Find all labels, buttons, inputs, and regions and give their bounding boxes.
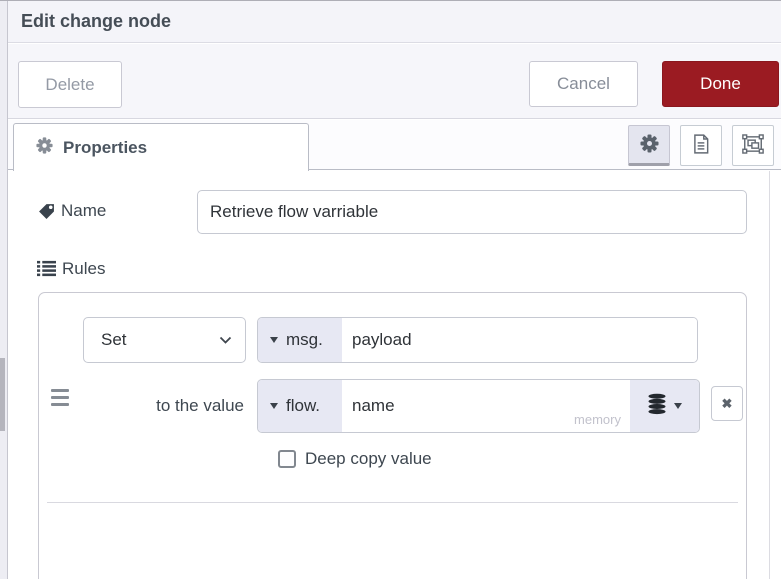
- description-view-button[interactable]: [680, 125, 722, 166]
- dialog-title: Edit change node: [21, 11, 172, 31]
- rule-divider: [47, 502, 738, 503]
- drag-handle-icon[interactable]: [51, 389, 69, 410]
- property-type-label: msg.: [286, 330, 323, 349]
- object-group-icon: [742, 134, 764, 157]
- done-button[interactable]: Done: [662, 61, 779, 107]
- deep-copy-label: Deep copy value: [305, 449, 432, 468]
- chevron-down-icon: [219, 330, 232, 350]
- property-type-button[interactable]: msg.: [258, 318, 342, 362]
- property-typed-input: msg.: [257, 317, 698, 363]
- value-type-button[interactable]: flow.: [258, 380, 342, 432]
- dialog-header: Edit change node: [8, 1, 781, 43]
- delete-button[interactable]: Delete: [18, 61, 122, 108]
- left-scrollbar-thumb[interactable]: [0, 358, 5, 431]
- properties-view-button[interactable]: [628, 125, 670, 166]
- tab-properties[interactable]: Properties: [13, 123, 309, 171]
- document-icon: [692, 134, 710, 157]
- rule-action-select[interactable]: Set: [83, 317, 246, 363]
- property-input[interactable]: [342, 318, 697, 362]
- name-input[interactable]: [197, 190, 747, 234]
- caret-down-icon: [674, 403, 682, 409]
- gear-icon: [639, 133, 659, 156]
- deep-copy-checkbox[interactable]: [278, 450, 296, 468]
- tag-icon: [38, 203, 55, 225]
- to-the-value-label: to the value: [156, 396, 244, 415]
- name-label: Name: [61, 201, 107, 220]
- tab-bar: Properties: [8, 120, 781, 171]
- dialog-toolbar: Delete Cancel Done: [8, 44, 781, 119]
- appearance-view-button[interactable]: [732, 125, 774, 166]
- context-store-button[interactable]: [630, 380, 699, 432]
- gear-icon: [36, 136, 53, 159]
- content-right-border: [769, 171, 770, 579]
- value-input[interactable]: [342, 380, 630, 432]
- rules-list: Set msg. to the value: [38, 292, 747, 579]
- value-type-label: flow.: [286, 396, 321, 415]
- edit-change-node-dialog: Edit change node Delete Cancel Done Prop…: [0, 0, 781, 579]
- rule-action-value: Set: [101, 330, 127, 349]
- list-icon: [37, 260, 56, 282]
- cancel-button[interactable]: Cancel: [529, 61, 638, 107]
- database-icon: [647, 393, 667, 420]
- left-scrollbar-track: [0, 1, 8, 579]
- tab-properties-label: Properties: [63, 137, 148, 157]
- caret-down-icon: [270, 337, 278, 343]
- caret-down-icon: [270, 403, 278, 409]
- value-typed-input: flow. memory: [257, 379, 700, 433]
- rules-label: Rules: [62, 259, 106, 278]
- remove-rule-button[interactable]: ✖: [711, 386, 743, 421]
